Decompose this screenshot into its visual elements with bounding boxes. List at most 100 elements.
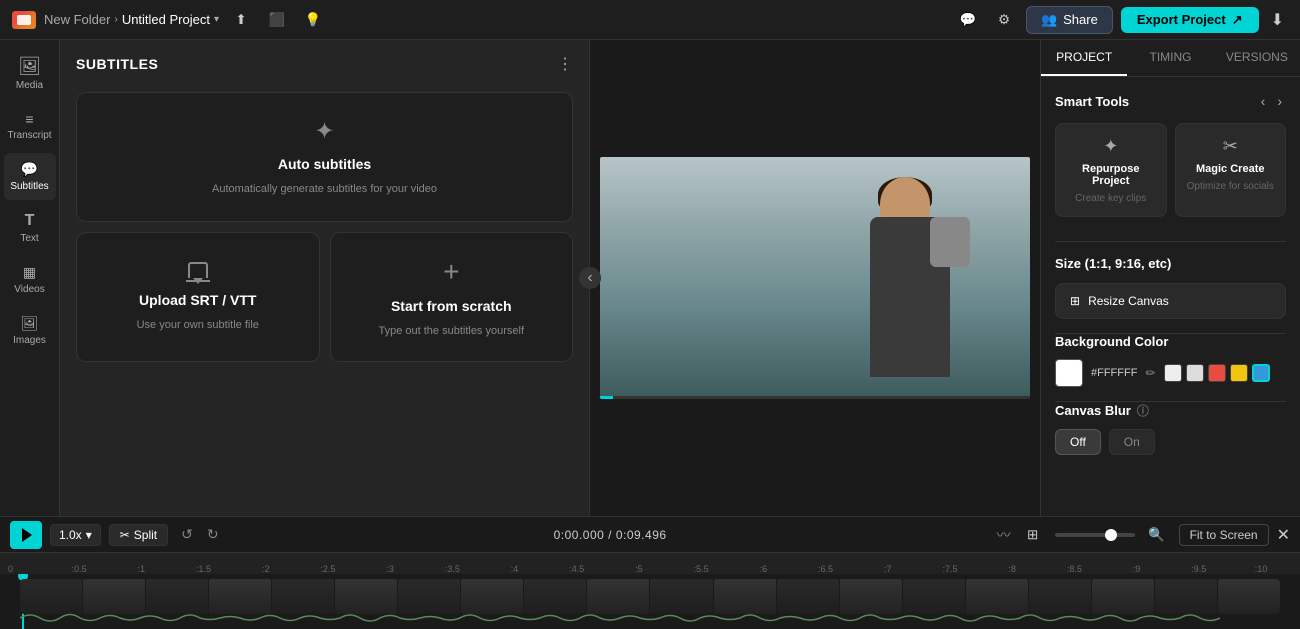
sidebar-item-media[interactable]: 🖼 Media <box>4 48 56 99</box>
tab-timing[interactable]: TIMING <box>1127 40 1213 76</box>
ruler-mark-85: :8.5 <box>1043 564 1105 574</box>
magic-create-card[interactable]: ✂ Magic Create Optimize for socials <box>1175 123 1287 217</box>
resize-canvas-button[interactable]: ⊞ Resize Canvas <box>1055 283 1286 319</box>
sidebar-item-transcript[interactable]: ≡ Transcript <box>4 103 56 149</box>
chat-button[interactable]: 💬 <box>954 6 982 34</box>
play-button[interactable] <box>10 521 42 549</box>
canvas-blur-off-button[interactable]: Off <box>1055 429 1101 455</box>
play-icon <box>22 528 32 542</box>
undo-redo-controls: ↺ ↻ <box>176 523 223 546</box>
timeline-track[interactable] <box>0 574 1300 629</box>
swatch-yellow[interactable] <box>1230 364 1248 382</box>
sidebar-item-subtitles[interactable]: 💬 Subtitles <box>4 153 56 200</box>
fit-icon-button[interactable]: ⊞ <box>1019 521 1047 549</box>
film-frame <box>20 579 82 614</box>
swatch-red[interactable] <box>1208 364 1226 382</box>
repurpose-icon: ✦ <box>1103 136 1118 157</box>
film-frame <box>903 579 965 614</box>
breadcrumb-separator: › <box>114 14 117 25</box>
project-name[interactable]: Untitled Project <box>122 12 210 27</box>
sidebar-item-videos[interactable]: ▦ Videos <box>4 256 56 303</box>
speed-dropdown-icon: ▾ <box>86 528 92 542</box>
ruler-mark-65: :6.5 <box>794 564 856 574</box>
start-from-scratch-card[interactable]: Start from scratch Type out the subtitle… <box>330 232 574 362</box>
zoom-thumb <box>1105 529 1117 541</box>
split-button[interactable]: ✂ Split <box>109 524 168 546</box>
bulb-button[interactable]: 💡 <box>299 6 327 34</box>
upload-button[interactable]: ⬆ <box>227 6 255 34</box>
sidebar-item-images[interactable]: 🖼 Images <box>4 307 56 354</box>
speed-selector[interactable]: 1.0x ▾ <box>50 524 101 546</box>
upload-srt-icon <box>186 262 210 282</box>
close-timeline-button[interactable]: ✕ <box>1277 525 1290 545</box>
film-frame <box>209 579 271 614</box>
upload-srt-title: Upload SRT / VTT <box>139 292 256 308</box>
share-icon: 👥 <box>1041 12 1057 28</box>
monitor-button[interactable]: ⬛ <box>263 6 291 34</box>
sidebar-transcript-label: Transcript <box>7 130 51 141</box>
ruler-mark-35: :3.5 <box>421 564 483 574</box>
export-button[interactable]: Export Project ↗ <box>1121 7 1259 33</box>
zoom-in-button[interactable]: 🔍 <box>1143 521 1171 549</box>
settings-button[interactable]: ⚙ <box>990 6 1018 34</box>
canvas-blur-info-icon[interactable]: ⓘ <box>1137 402 1149 419</box>
auto-subtitles-card[interactable]: Auto subtitles Automatically generate su… <box>76 92 573 222</box>
film-frame <box>461 579 523 614</box>
size-section-title: Size (1:1, 9:16, etc) <box>1055 256 1286 271</box>
video-progress-bar <box>600 396 1030 399</box>
undo-button[interactable]: ↺ <box>176 523 198 546</box>
repurpose-title: Repurpose Project <box>1064 163 1158 187</box>
upload-srt-desc: Use your own subtitle file <box>137 318 259 333</box>
sidebar-item-text[interactable]: T Text <box>4 204 56 252</box>
swatch-blue[interactable] <box>1252 364 1270 382</box>
color-preview[interactable] <box>1055 359 1083 387</box>
export-label: Export Project <box>1137 12 1226 27</box>
smart-tools-prev[interactable]: ‹ <box>1257 91 1270 111</box>
film-frame <box>714 579 776 614</box>
color-edit-button[interactable]: ✏ <box>1145 366 1155 380</box>
smart-tools-title: Smart Tools <box>1055 94 1129 109</box>
zoom-slider[interactable] <box>1055 533 1135 537</box>
folder-name[interactable]: New Folder <box>44 12 110 27</box>
smart-tools-next[interactable]: › <box>1273 91 1286 111</box>
upload-srt-card[interactable]: Upload SRT / VTT Use your own subtitle f… <box>76 232 320 362</box>
tab-versions[interactable]: VERSIONS <box>1214 40 1300 76</box>
topbar: New Folder › Untitled Project ▾ ⬆ ⬛ 💡 💬 … <box>0 0 1300 40</box>
film-frame <box>83 579 145 614</box>
canvas-blur-on-button[interactable]: On <box>1109 429 1155 455</box>
timeline-area: 0 :0.5 :1 :1.5 :2 :2.5 :3 :3.5 :4 :4.5 :… <box>0 552 1300 629</box>
timecode-total: / 0:09.496 <box>608 528 666 542</box>
film-frame <box>1155 579 1217 614</box>
film-frame <box>966 579 1028 614</box>
smart-tools-header: Smart Tools ‹ › <box>1055 91 1286 111</box>
film-frame <box>524 579 586 614</box>
redo-button[interactable]: ↻ <box>202 523 224 546</box>
timecode-display: 0:00.000 / 0:09.496 <box>232 528 989 542</box>
fit-screen-button[interactable]: Fit to Screen <box>1179 524 1269 546</box>
tab-project[interactable]: PROJECT <box>1041 40 1127 76</box>
ruler-mark-3: :3 <box>359 564 421 574</box>
swatch-gray[interactable] <box>1186 364 1204 382</box>
share-button[interactable]: 👥 Share <box>1026 6 1113 34</box>
subtitle-cards: Auto subtitles Automatically generate su… <box>60 84 589 370</box>
smart-tools-cards: ✦ Repurpose Project Create key clips ✂ M… <box>1055 123 1286 217</box>
subtitles-icon: 💬 <box>21 161 38 178</box>
timecode-current: 0:00.000 <box>554 528 605 542</box>
ruler-mark-10: :10 <box>1230 564 1292 574</box>
timeline-ruler: 0 :0.5 :1 :1.5 :2 :2.5 :3 :3.5 :4 :4.5 :… <box>0 552 1300 574</box>
magic-create-desc: Optimize for socials <box>1187 181 1274 192</box>
film-frame <box>777 579 839 614</box>
panel-collapse-button[interactable]: ‹ <box>579 267 601 289</box>
media-icon: 🖼 <box>18 56 41 77</box>
project-dropdown-icon[interactable]: ▾ <box>214 14 219 25</box>
right-panel: PROJECT TIMING VERSIONS Smart Tools ‹ › … <box>1040 40 1300 516</box>
app-logo <box>12 11 36 29</box>
subtitle-cards-row: Upload SRT / VTT Use your own subtitle f… <box>76 232 573 362</box>
ruler-mark-05: :0.5 <box>48 564 110 574</box>
download-button[interactable]: ⬇ <box>1267 6 1288 34</box>
more-options-button[interactable]: ⋮ <box>557 54 573 74</box>
repurpose-project-card[interactable]: ✦ Repurpose Project Create key clips <box>1055 123 1167 217</box>
sidebar-images-label: Images <box>13 335 46 346</box>
swatch-white[interactable] <box>1164 364 1182 382</box>
images-icon: 🖼 <box>21 315 39 332</box>
